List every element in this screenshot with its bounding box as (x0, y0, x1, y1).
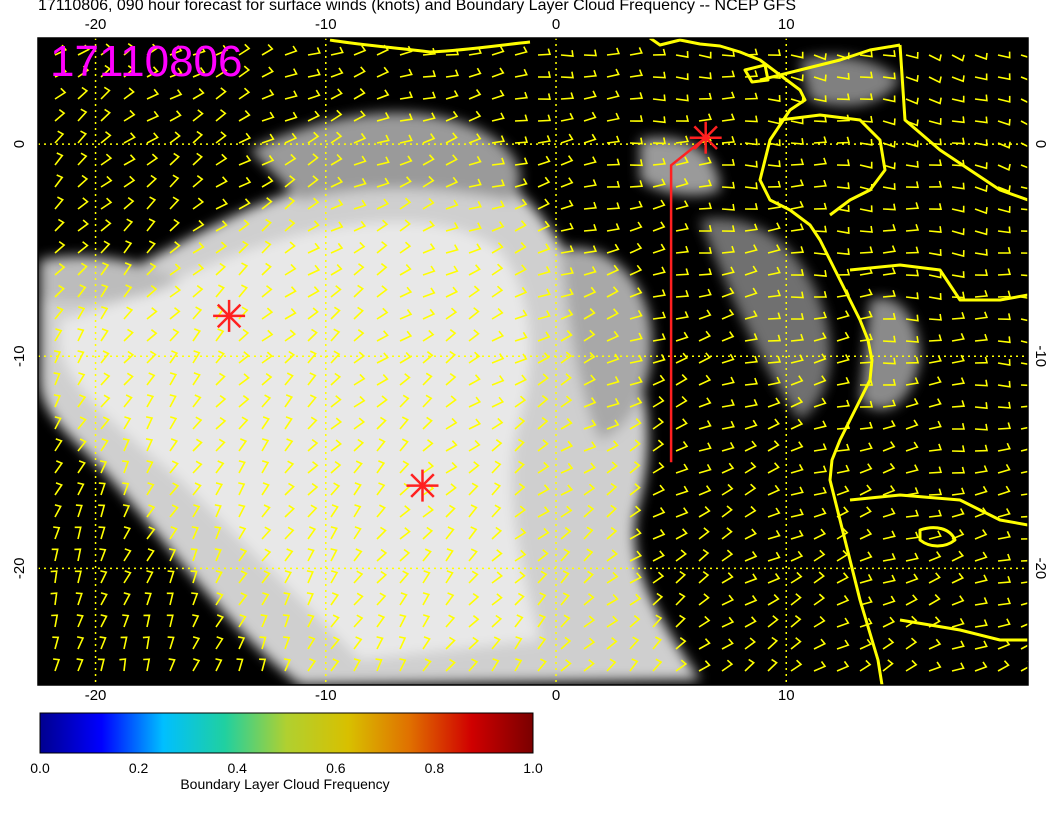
lat-tick-left: -20 (11, 557, 28, 579)
colorbar-tick: 0.2 (128, 760, 149, 776)
lat-tick-left: 0 (11, 140, 28, 148)
colorbar-tick: 1.0 (523, 760, 543, 776)
colorbar-tick: 0.8 (424, 760, 445, 776)
lon-tick-top: 0 (552, 16, 560, 33)
lon-tick-bottom: -10 (315, 687, 337, 700)
star-marker[interactable] (689, 121, 722, 154)
lon-tick-bottom: 0 (552, 687, 560, 700)
star-marker[interactable] (406, 469, 439, 502)
lat-tick-right: -10 (1032, 345, 1049, 367)
colorbar-tick: 0.4 (227, 760, 247, 776)
lon-tick-top: 10 (778, 16, 795, 33)
colorbar-label: Boundary Layer Cloud Frequency (180, 776, 390, 792)
lon-tick-top: -20 (85, 16, 107, 33)
colorbar-svg (39, 712, 534, 754)
lat-tick-left: -10 (11, 345, 28, 367)
lon-tick-bottom: 10 (778, 687, 795, 700)
lon-tick-bottom: -20 (85, 687, 107, 700)
map-date-label: 17110806 (50, 37, 243, 86)
star-marker[interactable] (213, 299, 246, 332)
lat-tick-right: -20 (1032, 557, 1049, 579)
lat-tick-right: 0 (1032, 140, 1049, 148)
colorbar (0, 700, 560, 810)
colorbar-gradient (39, 712, 534, 754)
lon-tick-top: -10 (315, 16, 337, 33)
colorbar-tick: 0.6 (326, 760, 346, 776)
map-canvas[interactable]: -20 -20 -10 -10 0 0 10 10 0 0 -10 -10 -20 -20 (0, 0, 1056, 700)
colorbar-tick: 0.0 (30, 760, 50, 776)
